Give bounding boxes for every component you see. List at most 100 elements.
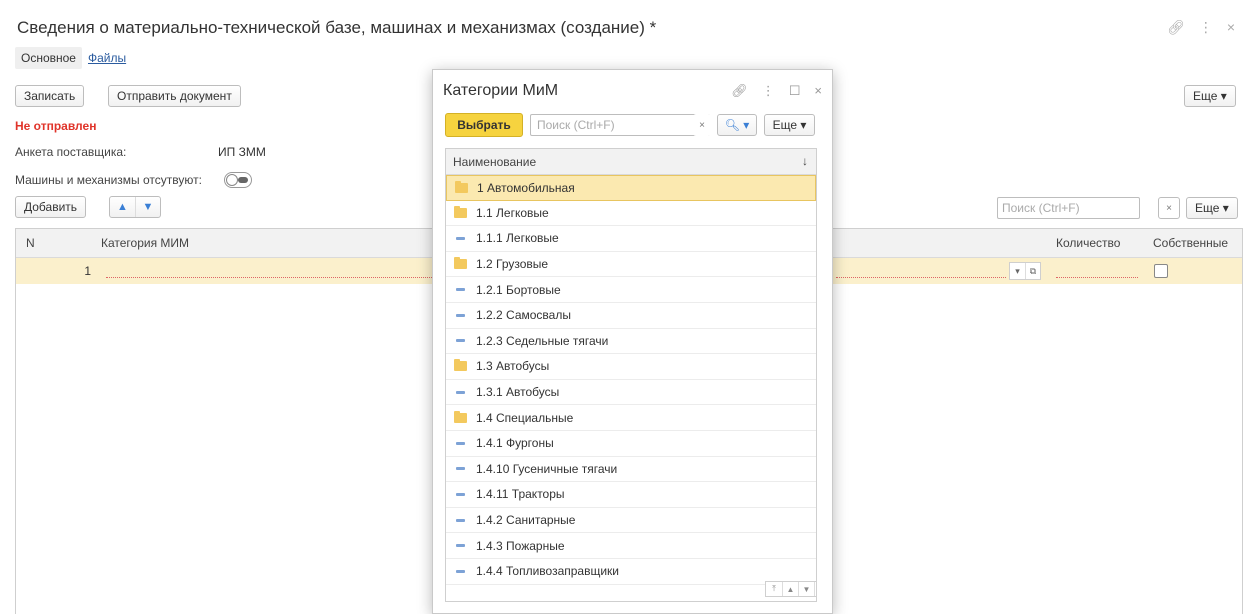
list-item[interactable]: 1.4.4 Топливозаправщики — [446, 559, 816, 585]
list-item[interactable]: 1 Автомобильная — [446, 175, 816, 201]
list-item-label: 1.2.1 Бортовые — [476, 282, 561, 297]
folder-icon — [454, 205, 467, 218]
close-icon[interactable]: × — [814, 83, 822, 99]
machines-absent-label: Машины и механизмы отсутвуют: — [15, 173, 202, 187]
link-icon[interactable]: 🔗︎ — [1167, 19, 1185, 36]
move-buttons: ▲ ▼ — [109, 196, 161, 218]
list-item[interactable]: 1.4.1 Фургоны — [446, 431, 816, 457]
table-search-clear-icon[interactable]: × — [1158, 197, 1180, 219]
categories-dialog: Категории МиМ 🔗︎ ⋮ ☐ × Выбрать Поиск (Ct… — [432, 69, 833, 614]
column-name[interactable]: Наименование — [453, 155, 536, 169]
item-icon — [456, 236, 465, 240]
window-tools: 🔗︎ ⋮ × — [1167, 19, 1235, 36]
maximize-icon[interactable]: ☐ — [789, 83, 801, 99]
folder-icon — [454, 359, 467, 372]
list-header: Наименование ↓ — [446, 149, 816, 175]
list-item[interactable]: 1.2 Грузовые — [446, 252, 816, 278]
list-item-label: 1.4.1 Фургоны — [476, 436, 554, 451]
category-cell[interactable] — [106, 277, 436, 278]
column-category[interactable]: Категория МИМ — [101, 236, 189, 250]
select-button[interactable]: Выбрать — [445, 113, 523, 137]
dialog-search-clear-icon[interactable]: × — [693, 114, 711, 136]
dropdown-icon[interactable]: ▾ — [1010, 263, 1025, 279]
supplier-field[interactable]: ИП ЗММ — [218, 145, 266, 159]
own-checkbox[interactable] — [1154, 264, 1168, 278]
toggle-knob — [226, 174, 238, 186]
list-item[interactable]: 1.2.3 Седельные тягачи — [446, 329, 816, 355]
toggle-track — [238, 177, 248, 183]
tab-bar: Основное Файлы — [15, 47, 132, 69]
scroll-down-icon[interactable]: ▼ — [798, 582, 814, 596]
item-icon — [456, 544, 465, 548]
more-button[interactable]: Еще ▾ — [1184, 85, 1236, 107]
send-document-button[interactable]: Отправить документ — [108, 85, 241, 107]
tab-files[interactable]: Файлы — [82, 47, 132, 69]
list-item[interactable]: 1.4 Специальные — [446, 405, 816, 431]
list-item-label: 1.2 Грузовые — [476, 257, 549, 272]
tab-main[interactable]: Основное — [15, 47, 82, 69]
list-item-label: 1.2.2 Самосвалы — [476, 308, 571, 323]
more-icon[interactable]: ⋮ — [1199, 19, 1213, 36]
list-item-label: 1.1 Легковые — [476, 205, 549, 220]
list-item[interactable]: 1.4.2 Санитарные — [446, 508, 816, 534]
scroll-top-icon[interactable]: ⤒ — [766, 582, 782, 596]
quantity-cell[interactable] — [1056, 277, 1138, 278]
move-up-icon[interactable]: ▲ — [110, 197, 135, 217]
list-item[interactable]: 1.2.1 Бортовые — [446, 277, 816, 303]
list-item[interactable]: 1.1 Легковые — [446, 201, 816, 227]
column-own[interactable]: Собственные — [1153, 236, 1228, 250]
item-icon — [456, 313, 465, 317]
dialog-search-input[interactable]: Поиск (Ctrl+F) — [530, 114, 710, 136]
page-title: Сведения о материально-технической базе,… — [17, 18, 657, 37]
link-icon[interactable]: 🔗︎ — [731, 83, 748, 99]
list-item[interactable]: 1.1.1 Легковые — [446, 226, 816, 252]
folder-icon — [454, 410, 467, 423]
list-item[interactable]: 1.3.1 Автобусы — [446, 380, 816, 406]
list-item[interactable]: 1.2.2 Самосвалы — [446, 303, 816, 329]
item-icon — [456, 288, 465, 292]
table-more-button[interactable]: Еще ▾ — [1186, 197, 1238, 219]
add-button[interactable]: Добавить — [15, 196, 87, 218]
column-quantity[interactable]: Количество — [1056, 236, 1120, 250]
item-icon — [456, 390, 465, 394]
folder-icon — [455, 180, 468, 193]
list-item-label: 1.3 Автобусы — [476, 359, 550, 374]
item-icon — [456, 492, 465, 496]
list-item[interactable]: 1.4.11 Тракторы — [446, 482, 816, 508]
move-down-icon[interactable]: ▼ — [135, 197, 160, 217]
scroll-controls: ⤒ ▲ ▼ ⤓ — [765, 581, 816, 597]
open-icon[interactable]: ⧉ — [1025, 263, 1040, 279]
folder-icon — [454, 257, 467, 270]
scroll-up-icon[interactable]: ▲ — [782, 582, 798, 596]
scroll-bottom-icon[interactable]: ⤓ — [814, 582, 816, 596]
item-icon — [456, 441, 465, 445]
column-n[interactable]: N — [26, 236, 35, 250]
dialog-tools: 🔗︎ ⋮ ☐ × — [731, 83, 822, 99]
row-number: 1 — [84, 264, 91, 278]
more-icon[interactable]: ⋮ — [762, 83, 775, 99]
status-badge: Не отправлен — [15, 119, 97, 133]
machines-absent-toggle[interactable] — [224, 172, 252, 188]
category-cell-tail[interactable] — [836, 277, 1006, 278]
item-icon — [456, 467, 465, 471]
list-item-label: 1.4.10 Гусеничные тягачи — [476, 461, 618, 476]
supplier-label: Анкета поставщика: — [15, 145, 127, 159]
list-item-label: 1.1.1 Легковые — [476, 231, 559, 246]
list-item-label: 1 Автомобильная — [477, 180, 575, 195]
dialog-find-button[interactable]: 🔍︎ ▾ — [717, 114, 757, 136]
dialog-more-button[interactable]: Еще ▾ — [764, 114, 815, 136]
list-item[interactable]: 1.4.3 Пожарные — [446, 533, 816, 559]
close-icon[interactable]: × — [1227, 19, 1235, 36]
dialog-title: Категории МиМ — [443, 82, 559, 99]
table-search-input[interactable]: Поиск (Ctrl+F) — [997, 197, 1140, 219]
list-item-label: 1.4.11 Тракторы — [476, 487, 565, 502]
item-icon — [456, 339, 465, 343]
list-item-label: 1.4 Специальные — [476, 410, 574, 425]
list-item-label: 1.4.3 Пожарные — [476, 538, 565, 553]
list-item-label: 1.3.1 Автобусы — [476, 385, 560, 400]
sort-icon[interactable]: ↓ — [802, 154, 808, 168]
save-button[interactable]: Записать — [15, 85, 85, 107]
categories-list: Наименование ↓ 1 Автомобильная 1.1 Легков… — [445, 148, 817, 602]
list-item[interactable]: 1.3 Автобусы — [446, 354, 816, 380]
list-item[interactable]: 1.4.10 Гусеничные тягачи — [446, 457, 816, 483]
